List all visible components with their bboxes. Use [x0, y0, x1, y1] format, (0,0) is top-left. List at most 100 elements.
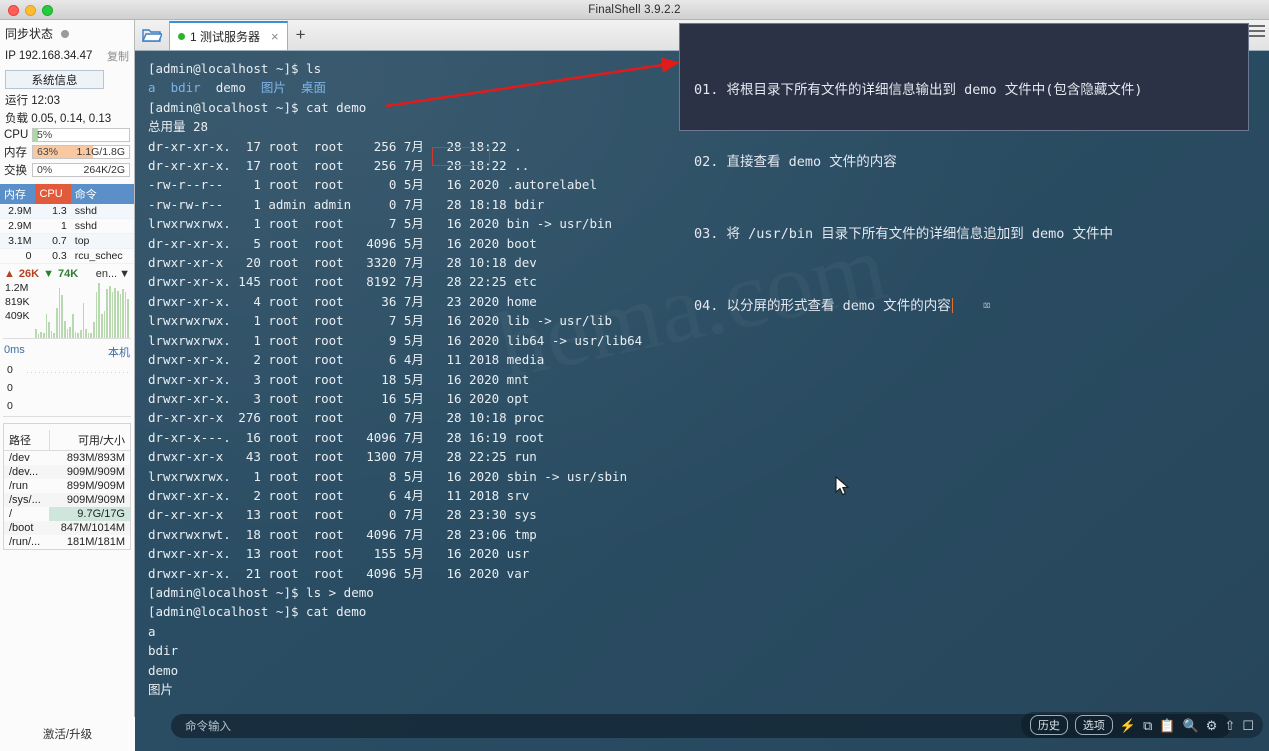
- terminal-line: dr-xr-x---. 16 root root 4096 7月 28 16:1…: [148, 429, 545, 445]
- window-icon[interactable]: ☐: [1242, 719, 1254, 732]
- network-bar: [87, 332, 90, 338]
- disk-col-path: 路径: [4, 430, 50, 451]
- finalshell-window: FinalShell 3.9.2.2 同步状态 IP 192.168.34.47…: [0, 0, 1269, 751]
- table-row[interactable]: 0 0.3 rcu_schec: [0, 248, 134, 264]
- disk-path-cell: /: [9, 508, 13, 520]
- process-col-memory[interactable]: 内存: [0, 184, 36, 204]
- system-info-button[interactable]: 系统信息: [5, 70, 104, 89]
- new-tab-button[interactable]: +: [288, 25, 314, 50]
- network-bar: [58, 287, 61, 338]
- table-row[interactable]: / 9.7G/17G: [4, 507, 130, 521]
- bolt-icon[interactable]: ⚡: [1120, 719, 1136, 732]
- table-row[interactable]: /run 899M/909M: [4, 479, 130, 493]
- note-item-1: 01. 将根目录下所有文件的详细信息输出到 demo 文件中(包含隐藏文件): [694, 82, 1143, 98]
- terminal-line: drwxr-xr-x. 3 root root 16 5月 16 2020 op…: [148, 390, 530, 406]
- disk-size-cell: 9.7G/17G: [49, 507, 130, 521]
- latency-y-label-1: 0: [7, 382, 13, 394]
- latency-host-label: 本机: [108, 347, 130, 359]
- gear-icon[interactable]: ⚙: [1206, 719, 1218, 732]
- activate-upgrade-button[interactable]: 激活/升级: [0, 717, 135, 751]
- network-traffic-chart: 1.2M 819K 409K: [3, 281, 131, 339]
- network-bar: [50, 330, 53, 338]
- network-interface-selector[interactable]: en... ▼: [96, 268, 130, 280]
- network-bar: [108, 286, 111, 338]
- memory-meter-percent: 63%: [37, 146, 59, 158]
- terminal-line: drwxr-xr-x. 3 root root 18 5月 16 2020 mn…: [148, 371, 530, 387]
- disk-size-cell: 893M/893M: [66, 452, 125, 464]
- swap-meter-percent: 0%: [37, 164, 53, 176]
- copy-ip-button[interactable]: 复制: [107, 48, 129, 64]
- history-button[interactable]: 历史: [1029, 715, 1068, 735]
- network-bar: [35, 328, 37, 338]
- highlighted-command-box: [432, 147, 490, 166]
- network-bar: [48, 322, 50, 338]
- table-row[interactable]: 2.9M 1 sshd: [0, 218, 134, 234]
- disk-size-cell: 909M/909M: [49, 465, 130, 479]
- table-row[interactable]: 3.1M 0.7 top: [0, 233, 134, 249]
- network-bar: [56, 308, 58, 338]
- disk-col-size: 可用/大小: [48, 430, 130, 451]
- table-row[interactable]: /run/... 181M/181M: [4, 535, 130, 549]
- copy-icon[interactable]: ⧉: [1143, 719, 1152, 732]
- network-bar: [98, 283, 101, 338]
- tab-close-icon[interactable]: ×: [271, 29, 279, 44]
- network-bar: [79, 330, 82, 338]
- swap-meter: 0% 264K/2G: [32, 163, 130, 177]
- process-command-cell: rcu_schec: [70, 248, 134, 264]
- note-item-2: 02. 直接查看 demo 文件的内容: [694, 154, 897, 170]
- latency-chart-grid: [27, 369, 129, 413]
- network-bar: [111, 292, 114, 338]
- traffic-light-buttons[interactable]: [8, 5, 53, 16]
- disk-path-cell: /dev: [9, 452, 30, 464]
- disk-size-cell: 899M/909M: [66, 480, 125, 492]
- options-button[interactable]: 选项: [1074, 715, 1113, 735]
- network-bar: [61, 294, 64, 338]
- network-bar: [77, 333, 79, 338]
- terminal-line: a: [148, 623, 156, 639]
- network-header: ▲ 26K ▼ 74K en... ▼: [0, 264, 134, 281]
- network-bar: [103, 310, 106, 338]
- maximize-window-icon[interactable]: [42, 5, 53, 16]
- table-row[interactable]: /sys/... 909M/909M: [4, 493, 130, 507]
- network-bar: [66, 329, 69, 338]
- folder-icon[interactable]: [135, 19, 169, 50]
- notes-overlay-panel: 01. 将根目录下所有文件的详细信息输出到 demo 文件中(包含隐藏文件) 0…: [679, 23, 1249, 314]
- load-average-label: 负载 0.05, 0.14, 0.13: [5, 113, 112, 125]
- terminal-toolbar: 历史 选项 ⚡ ⧉ 📋 🔍 ⚙ ⇧ ☐: [1020, 712, 1263, 738]
- network-bar: [114, 287, 116, 338]
- process-cpu-cell: 0.7: [35, 233, 71, 249]
- memory-meter-detail: 1.1G/1.8G: [76, 146, 125, 158]
- disk-path-cell: /sys/...: [4, 493, 50, 507]
- disk-path-cell: /dev...: [4, 465, 50, 479]
- network-download-value: 74K: [57, 268, 79, 280]
- close-window-icon[interactable]: [8, 5, 19, 16]
- search-icon[interactable]: 🔍: [1183, 719, 1199, 732]
- table-row[interactable]: /dev 893M/893M: [4, 451, 130, 466]
- terminal-line: [admin@localhost ~]$ cat demo: [148, 604, 367, 620]
- terminal-line: drwxr-xr-x. 2 root root 6 4月 11 2018 srv: [148, 487, 530, 503]
- tab-test-server[interactable]: 1 测试服务器 ×: [169, 21, 288, 50]
- swap-meter-label: 交换: [4, 165, 27, 177]
- mouse-cursor-icon: [835, 476, 850, 496]
- table-row[interactable]: /boot 847M/1014M: [4, 521, 130, 535]
- paste-icon[interactable]: 📋: [1159, 719, 1175, 732]
- process-memory-cell: 2.9M: [0, 218, 36, 234]
- process-command-cell: sshd: [70, 204, 134, 219]
- memory-meter: 63% 1.1G/1.8G: [32, 145, 130, 159]
- swap-meter-detail: 264K/2G: [83, 164, 125, 176]
- minimize-window-icon[interactable]: [25, 5, 36, 16]
- process-memory-cell: 2.9M: [0, 204, 36, 219]
- disk-table-header-row: 路径 可用/大小: [4, 430, 130, 451]
- network-chart-y-labels: 1.2M 819K 409K: [5, 281, 30, 323]
- network-bar: [40, 331, 42, 338]
- table-row[interactable]: 2.9M 1.3 sshd: [0, 204, 134, 219]
- network-interface-label: en...: [95, 268, 118, 280]
- latency-chart-y-labels: 0 0 0: [7, 361, 13, 415]
- process-col-command[interactable]: 命令: [70, 184, 134, 204]
- window-titlebar: FinalShell 3.9.2.2: [0, 0, 1269, 20]
- upload-icon[interactable]: ⇧: [1224, 719, 1235, 732]
- process-col-cpu[interactable]: CPU: [35, 184, 71, 204]
- ibeam-cursor-icon: ⌧: [982, 298, 991, 314]
- process-table-header-row: 内存 CPU 命令: [0, 184, 134, 204]
- table-row[interactable]: /dev... 909M/909M: [4, 465, 130, 479]
